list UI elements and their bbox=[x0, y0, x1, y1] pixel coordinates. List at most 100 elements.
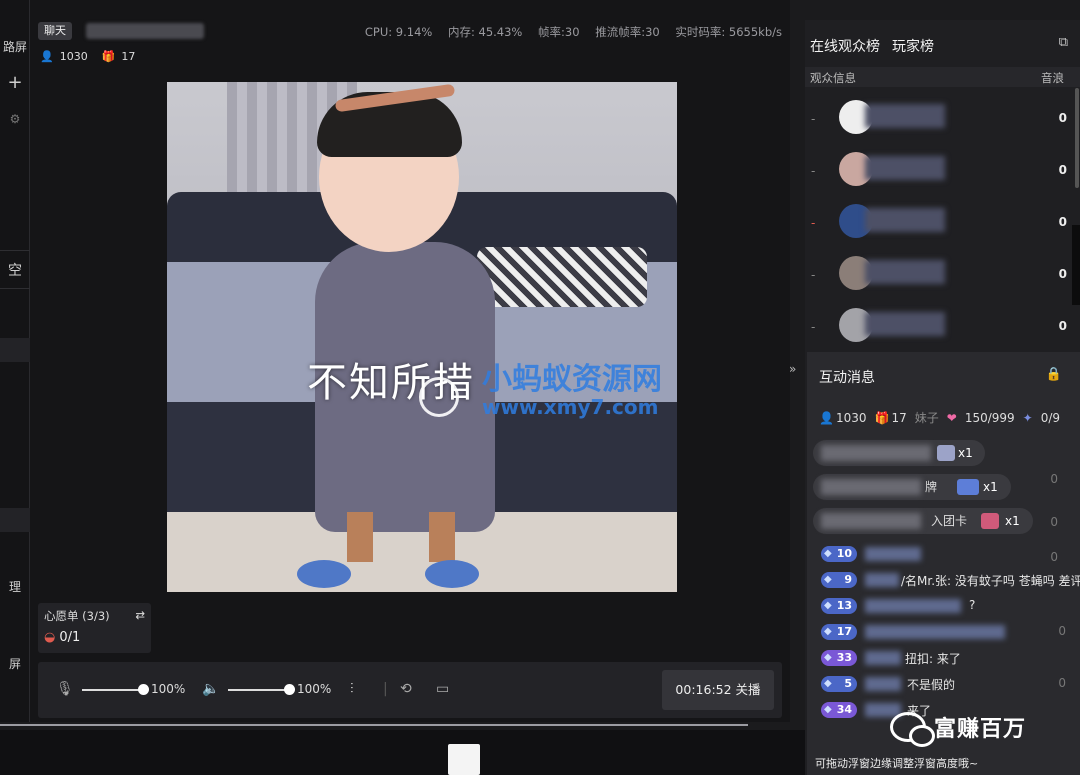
gift-image bbox=[981, 513, 999, 529]
mic-volume-slider[interactable] bbox=[82, 684, 149, 695]
divider: | bbox=[383, 681, 388, 697]
messages-stats: 👤 1030 🎁 17 妹子 ❤ 150/999 ✦ 0/9 bbox=[819, 409, 1060, 426]
rail-label-manage[interactable]: 理 bbox=[0, 578, 30, 595]
rail-plus-icon[interactable]: + bbox=[0, 72, 30, 93]
chat-text: 不是假的 bbox=[907, 678, 956, 692]
live-timer: 00:16:52 bbox=[675, 682, 732, 697]
gift-label: 牌 bbox=[925, 480, 938, 494]
rail-label-top[interactable]: 路屏 bbox=[0, 38, 30, 55]
microphone-icon[interactable]: 🎙 bbox=[56, 681, 74, 697]
camera-switch-icon[interactable]: ⟲ bbox=[400, 681, 412, 697]
scrollbar[interactable] bbox=[1075, 88, 1079, 188]
mixer-icon[interactable]: ⫶ bbox=[350, 681, 354, 697]
rail-divider bbox=[0, 288, 30, 289]
rank-dash: - bbox=[811, 268, 816, 282]
memory-stat: 内存: 45.43% bbox=[447, 25, 523, 39]
tab-players[interactable]: 玩家榜 bbox=[892, 36, 934, 56]
rail-item-active[interactable] bbox=[0, 338, 30, 362]
chat-message[interactable]: 17 0 bbox=[821, 622, 1080, 642]
chat-message[interactable]: 9 /名Mr.张: 没有蚊子吗 苍蝇吗 差评 bbox=[821, 570, 1080, 590]
viewer-count: 1030 bbox=[59, 50, 88, 63]
gift-zero: 0 bbox=[1050, 472, 1058, 486]
heart-icon: ❤ bbox=[946, 410, 957, 425]
viewer-list-header: 观众信息 音浪 bbox=[805, 67, 1080, 87]
cpu-stat: CPU: 9.14% bbox=[364, 25, 433, 39]
speaker-volume-slider[interactable] bbox=[228, 684, 295, 695]
taskbar bbox=[0, 730, 806, 775]
gift-message[interactable]: 牌 x1 bbox=[813, 474, 1011, 500]
lock-icon[interactable]: 🔒 bbox=[1046, 367, 1062, 382]
popout-icon[interactable]: ⧉ bbox=[1059, 35, 1068, 50]
progress-line bbox=[0, 724, 748, 726]
rail-label-mid[interactable]: 空 bbox=[0, 260, 30, 280]
swap-icon[interactable]: ⇄ bbox=[135, 608, 145, 624]
slider-knob[interactable] bbox=[284, 684, 295, 695]
msg-viewer-count: 1030 bbox=[835, 410, 867, 425]
performance-stats: CPU: 9.14% 内存: 45.43% 帧率:30 推流帧率:30 实时码率… bbox=[353, 24, 782, 40]
rail-item[interactable] bbox=[0, 508, 30, 532]
collapse-arrow-icon[interactable]: » bbox=[789, 362, 796, 376]
wish-gift-icon: ◒ bbox=[44, 630, 56, 645]
level-badge: 34 bbox=[821, 702, 857, 718]
video-preview[interactable]: 不知所措 小蚂蚁资源网 www.xmy7.com bbox=[167, 82, 677, 592]
slider-knob[interactable] bbox=[138, 684, 149, 695]
chat-name-blurred bbox=[865, 547, 921, 561]
bitrate-stat: 实时码率: 5655kb/s bbox=[675, 25, 782, 39]
gift-sender-blurred bbox=[821, 513, 921, 529]
end-live-button[interactable]: 00:16:52 关播 bbox=[662, 670, 774, 710]
screen-record-icon[interactable]: ▭ bbox=[436, 681, 449, 697]
chat-text: /名Mr.张: 没有蚊子吗 苍蝇吗 差评 bbox=[901, 574, 1080, 588]
watermark-url: www.xmy7.com bbox=[482, 395, 659, 419]
resize-hint: 可拖动浮窗边缘调整浮窗高度哦~ bbox=[815, 757, 979, 770]
viewer-row[interactable]: - 0 bbox=[805, 302, 1067, 352]
chat-message[interactable]: 5 不是假的 0 bbox=[821, 674, 1080, 694]
gift-message[interactable]: 入团卡 x1 bbox=[813, 508, 1033, 534]
user-icon: 👤 bbox=[40, 50, 54, 63]
room-counts: 👤 1030 🎁 17 bbox=[40, 50, 135, 63]
level-badge: 10 bbox=[821, 546, 857, 562]
gift-sender-blurred bbox=[821, 445, 931, 461]
wechat-account-name: 富赚百万 bbox=[934, 717, 1027, 742]
chat-message[interactable]: 10 bbox=[821, 544, 1080, 564]
watermark-title: 小蚂蚁资源网 bbox=[482, 362, 662, 397]
viewer-row[interactable]: - 0 bbox=[805, 94, 1067, 144]
speaker-icon[interactable]: 🔈 bbox=[202, 681, 219, 697]
gift-message[interactable]: x1 bbox=[813, 440, 985, 466]
push-fps-stat: 推流帧率:30 bbox=[595, 25, 660, 39]
rail-label-bottom[interactable]: 屏 bbox=[0, 655, 30, 672]
level-badge: 5 bbox=[821, 676, 857, 692]
viewer-score: 0 bbox=[1058, 163, 1067, 177]
viewer-name-blurred bbox=[865, 312, 945, 336]
chat-zero: 0 bbox=[1058, 624, 1066, 638]
chat-message[interactable]: 13 ? bbox=[821, 596, 1080, 616]
viewer-row[interactable]: - 0 bbox=[805, 250, 1067, 300]
wishlist-title: 心愿单 (3/3) bbox=[44, 609, 110, 623]
play-icon[interactable] bbox=[419, 377, 459, 417]
viewer-score: 0 bbox=[1058, 319, 1067, 333]
tasks-progress: 0/9 bbox=[1040, 410, 1061, 425]
video-scene bbox=[477, 247, 647, 307]
chat-zero: 0 bbox=[1058, 676, 1066, 690]
chat-tag[interactable]: 聊天 bbox=[38, 22, 72, 40]
gift-zero: 0 bbox=[1050, 515, 1058, 529]
chat-text: ? bbox=[969, 598, 976, 612]
viewer-score: 0 bbox=[1058, 267, 1067, 281]
chat-message[interactable]: 33 扭扣: 来了 bbox=[821, 648, 1080, 668]
wechat-icon bbox=[890, 712, 935, 747]
tab-online-viewers[interactable]: 在线观众榜 bbox=[810, 36, 880, 56]
document-icon[interactable] bbox=[448, 744, 480, 775]
viewer-name-blurred bbox=[865, 260, 945, 284]
chat-name-blurred bbox=[865, 651, 901, 665]
chat-name-blurred bbox=[865, 625, 1005, 639]
gift-count: x1 bbox=[1005, 514, 1020, 528]
rank-dash: - bbox=[811, 164, 816, 178]
video-subject bbox=[297, 560, 351, 588]
wishlist-card[interactable]: 心愿单 (3/3) ⇄ ◒ 0/1 bbox=[38, 603, 151, 653]
wishlist-value: 0/1 bbox=[59, 630, 81, 645]
viewer-row[interactable]: - 0 bbox=[805, 146, 1067, 196]
wechat-badge: 富赚百万 bbox=[890, 705, 1026, 749]
viewer-row[interactable]: - 0 bbox=[805, 198, 1067, 248]
viewer-name-blurred bbox=[865, 104, 945, 128]
settings-icon[interactable]: ⚙ bbox=[0, 112, 30, 126]
level-badge: 9 bbox=[821, 572, 857, 588]
